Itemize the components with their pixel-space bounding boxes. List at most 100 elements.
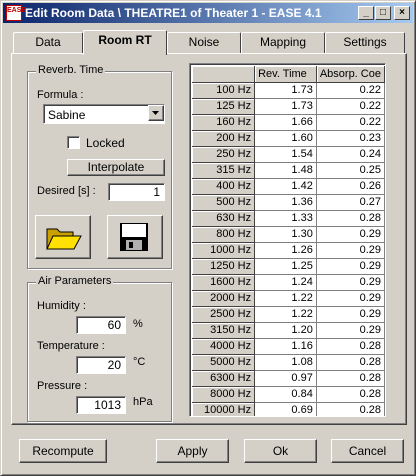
save-file-button[interactable] xyxy=(107,215,163,259)
tab-settings[interactable]: Settings xyxy=(325,32,405,53)
absorp-coe-cell[interactable]: 0.29 xyxy=(316,274,385,291)
table-row[interactable]: 3150 Hz 1.20 0.29 xyxy=(192,322,385,339)
rev-time-cell[interactable]: 1.26 xyxy=(254,242,317,259)
absorp-coe-cell[interactable]: 0.22 xyxy=(316,82,385,99)
table-row[interactable]: 5000 Hz 1.08 0.28 xyxy=(192,354,385,371)
rev-time-cell[interactable]: 1.73 xyxy=(254,82,317,99)
absorp-coe-cell[interactable]: 0.29 xyxy=(316,290,385,307)
absorp-coe-cell[interactable]: 0.29 xyxy=(316,322,385,339)
absorp-coe-cell[interactable]: 0.28 xyxy=(316,402,385,416)
tab-noise[interactable]: Noise xyxy=(167,32,241,53)
absorp-coe-cell[interactable]: 0.28 xyxy=(316,386,385,403)
table-row[interactable]: 1600 Hz 1.24 0.29 xyxy=(192,274,385,291)
row-frequency-cell: 8000 Hz xyxy=(192,386,256,403)
row-frequency-cell: 5000 Hz xyxy=(192,354,256,371)
absorp-coe-cell[interactable]: 0.23 xyxy=(316,130,385,147)
absorp-coe-cell[interactable]: 0.24 xyxy=(316,146,385,163)
row-frequency-cell: 200 Hz xyxy=(192,130,256,147)
reverb-time-group-title: Reverb. Time xyxy=(36,64,106,76)
rev-time-cell[interactable]: 1.22 xyxy=(254,290,317,307)
table-row[interactable]: 800 Hz 1.30 0.29 xyxy=(192,226,385,243)
table-row[interactable]: 2500 Hz 1.22 0.29 xyxy=(192,306,385,323)
absorp-coe-cell[interactable]: 0.26 xyxy=(316,178,385,195)
table-row[interactable]: 315 Hz 1.48 0.25 xyxy=(192,162,385,179)
table-row[interactable]: 6300 Hz 0.97 0.28 xyxy=(192,370,385,387)
apply-button[interactable]: Apply xyxy=(156,439,229,463)
absorp-coe-cell[interactable]: 0.29 xyxy=(316,258,385,275)
ok-button[interactable]: Ok xyxy=(244,439,317,463)
minimize-button[interactable]: _ xyxy=(358,6,374,20)
rev-time-cell[interactable]: 0.97 xyxy=(254,370,317,387)
rev-time-cell[interactable]: 1.25 xyxy=(254,258,317,275)
table-row[interactable]: 200 Hz 1.60 0.23 xyxy=(192,130,385,147)
absorp-coe-cell[interactable]: 0.29 xyxy=(316,242,385,259)
table-row[interactable]: 250 Hz 1.54 0.24 xyxy=(192,146,385,163)
table-row[interactable]: 2000 Hz 1.22 0.29 xyxy=(192,290,385,307)
table-row[interactable]: 100 Hz 1.73 0.22 xyxy=(192,82,385,99)
temperature-input[interactable]: 20 xyxy=(76,356,126,374)
table-row[interactable]: 10000 Hz 0.69 0.28 xyxy=(192,402,385,416)
tab-mapping[interactable]: Mapping xyxy=(241,32,325,53)
tab-data[interactable]: Data xyxy=(13,32,83,53)
rev-time-cell[interactable]: 1.42 xyxy=(254,178,317,195)
pressure-input[interactable]: 1013 xyxy=(76,396,126,414)
table-row[interactable]: 4000 Hz 1.16 0.28 xyxy=(192,338,385,355)
tab-room-rt[interactable]: Room RT xyxy=(83,30,167,55)
row-frequency-cell: 125 Hz xyxy=(192,98,256,115)
absorp-coe-cell[interactable]: 0.22 xyxy=(316,98,385,115)
absorp-coe-cell[interactable]: 0.29 xyxy=(316,306,385,323)
interpolate-button[interactable]: Interpolate xyxy=(67,159,165,176)
absorp-coe-cell[interactable]: 0.28 xyxy=(316,210,385,227)
rev-time-cell[interactable]: 1.48 xyxy=(254,162,317,179)
rev-time-cell[interactable]: 0.69 xyxy=(254,402,317,416)
table-row[interactable]: 630 Hz 1.33 0.28 xyxy=(192,210,385,227)
table-row[interactable]: 1000 Hz 1.26 0.29 xyxy=(192,242,385,259)
humidity-input[interactable]: 60 xyxy=(76,316,126,334)
column-header-absorp-coe[interactable]: Absorp. Coe xyxy=(316,66,385,83)
locked-label: Locked xyxy=(86,136,125,150)
formula-dropdown-button[interactable] xyxy=(148,105,164,121)
table-row[interactable]: 400 Hz 1.42 0.26 xyxy=(192,178,385,195)
open-file-button[interactable] xyxy=(35,215,91,259)
cancel-button[interactable]: Cancel xyxy=(331,439,404,463)
rev-time-cell[interactable]: 1.24 xyxy=(254,274,317,291)
absorp-coe-cell[interactable]: 0.25 xyxy=(316,162,385,179)
rev-time-cell[interactable]: 1.66 xyxy=(254,114,317,131)
absorp-coe-cell[interactable]: 0.28 xyxy=(316,338,385,355)
formula-select[interactable]: Sabine xyxy=(43,104,165,124)
row-frequency-cell: 800 Hz xyxy=(192,226,256,243)
rev-time-cell[interactable]: 1.22 xyxy=(254,306,317,323)
table-header-row: Rev. Time Absorp. Coe xyxy=(192,66,385,83)
humidity-label: Humidity : xyxy=(37,300,86,312)
table-row[interactable]: 500 Hz 1.36 0.27 xyxy=(192,194,385,211)
table-row[interactable]: 160 Hz 1.66 0.22 xyxy=(192,114,385,131)
row-frequency-cell: 630 Hz xyxy=(192,210,256,227)
rev-time-cell[interactable]: 1.60 xyxy=(254,130,317,147)
close-button[interactable]: × xyxy=(394,6,410,20)
table-row[interactable]: 1250 Hz 1.25 0.29 xyxy=(192,258,385,275)
rev-time-cell[interactable]: 1.20 xyxy=(254,322,317,339)
rev-time-cell[interactable]: 1.54 xyxy=(254,146,317,163)
absorp-coe-cell[interactable]: 0.27 xyxy=(316,194,385,211)
recompute-button[interactable]: Recompute xyxy=(19,439,107,463)
rev-time-cell[interactable]: 1.16 xyxy=(254,338,317,355)
rev-time-cell[interactable]: 1.30 xyxy=(254,226,317,243)
rev-time-cell[interactable]: 1.73 xyxy=(254,98,317,115)
locked-checkbox[interactable] xyxy=(67,136,80,149)
table-row[interactable]: 8000 Hz 0.84 0.28 xyxy=(192,386,385,403)
absorp-coe-cell[interactable]: 0.28 xyxy=(316,354,385,371)
absorp-coe-cell[interactable]: 0.28 xyxy=(316,370,385,387)
rev-time-cell[interactable]: 0.84 xyxy=(254,386,317,403)
row-frequency-cell: 1250 Hz xyxy=(192,258,256,275)
desired-rt-input[interactable]: 1 xyxy=(108,183,165,201)
table-row[interactable]: 125 Hz 1.73 0.22 xyxy=(192,98,385,115)
absorp-coe-cell[interactable]: 0.22 xyxy=(316,114,385,131)
rev-time-cell[interactable]: 1.08 xyxy=(254,354,317,371)
rev-time-cell[interactable]: 1.36 xyxy=(254,194,317,211)
column-header-rev-time[interactable]: Rev. Time xyxy=(254,66,317,83)
title-bar[interactable]: EASE Edit Room Data \ THEATRE1 of Theate… xyxy=(3,3,413,23)
absorp-coe-cell[interactable]: 0.29 xyxy=(316,226,385,243)
maximize-button[interactable]: □ xyxy=(375,6,391,20)
rev-time-cell[interactable]: 1.33 xyxy=(254,210,317,227)
reverb-time-table[interactable]: Rev. Time Absorp. Coe 100 Hz 1.73 0.22 125 … xyxy=(189,63,386,417)
